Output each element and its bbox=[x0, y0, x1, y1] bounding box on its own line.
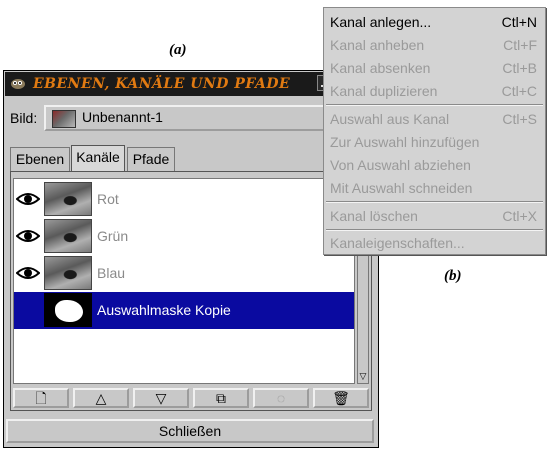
delete-channel-button[interactable]: 🗑 bbox=[313, 388, 369, 408]
eye-icon[interactable] bbox=[16, 189, 40, 209]
channel-name: Rot bbox=[97, 191, 119, 207]
image-thumbnail bbox=[52, 110, 76, 128]
channel-toolbar: 🗋 △ ▽ ⧉ ◌ 🗑 bbox=[13, 388, 369, 408]
menu-item-delete-channel[interactable]: Kanal löschen Ctl+X bbox=[324, 205, 545, 227]
menu-item-shortcut: Ctl+X bbox=[502, 208, 537, 224]
menu-item-label: Kanaleigenschaften... bbox=[330, 235, 465, 251]
menu-item-label: Kanal löschen bbox=[330, 208, 418, 224]
menu-item-label: Kanal anheben bbox=[330, 37, 425, 53]
menu-item-intersect-with-selection[interactable]: Mit Auswahl schneiden bbox=[324, 177, 545, 199]
menu-item-label: Zur Auswahl hinzufügen bbox=[330, 134, 480, 150]
menu-item-shortcut: Ctl+N bbox=[501, 14, 537, 30]
menu-separator bbox=[326, 229, 543, 231]
menu-item-new-channel[interactable]: Kanal anlegen... Ctl+N bbox=[324, 11, 545, 33]
tab-ebenen[interactable]: Ebenen bbox=[10, 147, 70, 171]
channel-thumbnail bbox=[44, 256, 92, 290]
channel-name: Auswahlmaske Kopie bbox=[97, 302, 231, 318]
menu-item-label: Kanal absenken bbox=[330, 60, 431, 76]
channel-row-rot[interactable]: Rot bbox=[14, 181, 354, 218]
caption-a: (a) bbox=[169, 42, 187, 58]
channel-list: Rot Grün Blau Auswahlmaske Kopie bbox=[13, 178, 355, 384]
menu-item-label: Auswahl aus Kanal bbox=[330, 111, 450, 127]
menu-item-label: Kanal duplizieren bbox=[330, 83, 438, 99]
menu-separator bbox=[326, 201, 543, 203]
menu-item-selection-from-channel[interactable]: Auswahl aus Kanal Ctl+S bbox=[324, 108, 545, 130]
close-button[interactable]: Schließen bbox=[6, 419, 374, 443]
menu-item-label: Von Auswahl abziehen bbox=[330, 157, 471, 173]
menu-item-shortcut: Ctl+S bbox=[502, 111, 537, 127]
channel-name: Blau bbox=[97, 265, 126, 281]
title-bar[interactable]: Ebenen, Kanäle und Pfade bbox=[5, 72, 377, 96]
channel-name: Grün bbox=[97, 228, 129, 244]
menu-item-shortcut: Ctl+B bbox=[502, 60, 537, 76]
menu-item-raise-channel[interactable]: Kanal anheben Ctl+F bbox=[324, 34, 545, 56]
channel-thumbnail bbox=[44, 182, 92, 216]
menu-item-channel-properties[interactable]: Kanaleigenschaften... bbox=[324, 232, 545, 254]
caption-b: (b) bbox=[444, 268, 462, 284]
menu-item-duplicate-channel[interactable]: Kanal duplizieren Ctl+C bbox=[324, 80, 545, 102]
image-select[interactable]: Unbenannt-1 — bbox=[44, 105, 369, 131]
image-label: Bild: bbox=[10, 110, 38, 126]
scroll-down-arrow-icon[interactable]: ▽ bbox=[358, 371, 368, 383]
tab-pfade[interactable]: Pfade bbox=[127, 147, 175, 171]
channel-context-menu: Kanal anlegen... Ctl+N Kanal anheben Ctl… bbox=[323, 7, 546, 255]
channel-to-selection-button[interactable]: ◌ bbox=[253, 388, 309, 408]
menu-separator bbox=[326, 104, 543, 106]
raise-channel-button[interactable]: △ bbox=[73, 388, 129, 408]
gimp-mascot-icon bbox=[11, 79, 25, 89]
menu-item-lower-channel[interactable]: Kanal absenken Ctl+B bbox=[324, 57, 545, 79]
tab-kanaele[interactable]: Kanäle bbox=[71, 145, 125, 171]
mask-thumbnail bbox=[44, 293, 92, 327]
channel-row-blau[interactable]: Blau bbox=[14, 255, 354, 292]
menu-item-subtract-from-selection[interactable]: Von Auswahl abziehen bbox=[324, 154, 545, 176]
menu-item-label: Mit Auswahl schneiden bbox=[330, 180, 473, 196]
window-title: Ebenen, Kanäle und Pfade bbox=[33, 76, 291, 92]
channels-panel: Rot Grün Blau Auswahlmaske Kopie ▽ 🗋 △ ▽… bbox=[10, 171, 372, 411]
channel-thumbnail bbox=[44, 219, 92, 253]
duplicate-channel-button[interactable]: ⧉ bbox=[193, 388, 249, 408]
image-select-value: Unbenannt-1 bbox=[82, 109, 163, 125]
menu-item-shortcut: Ctl+C bbox=[501, 83, 537, 99]
channel-row-auswahlmaske-kopie[interactable]: Auswahlmaske Kopie bbox=[14, 292, 354, 329]
channel-row-gruen[interactable]: Grün bbox=[14, 218, 354, 255]
menu-item-label: Kanal anlegen... bbox=[330, 14, 432, 30]
new-channel-button[interactable]: 🗋 bbox=[13, 388, 69, 408]
menu-item-shortcut: Ctl+F bbox=[503, 37, 537, 53]
eye-icon[interactable] bbox=[16, 226, 40, 246]
eye-icon[interactable] bbox=[16, 263, 40, 283]
menu-item-add-to-selection[interactable]: Zur Auswahl hinzufügen bbox=[324, 131, 545, 153]
lower-channel-button[interactable]: ▽ bbox=[133, 388, 189, 408]
